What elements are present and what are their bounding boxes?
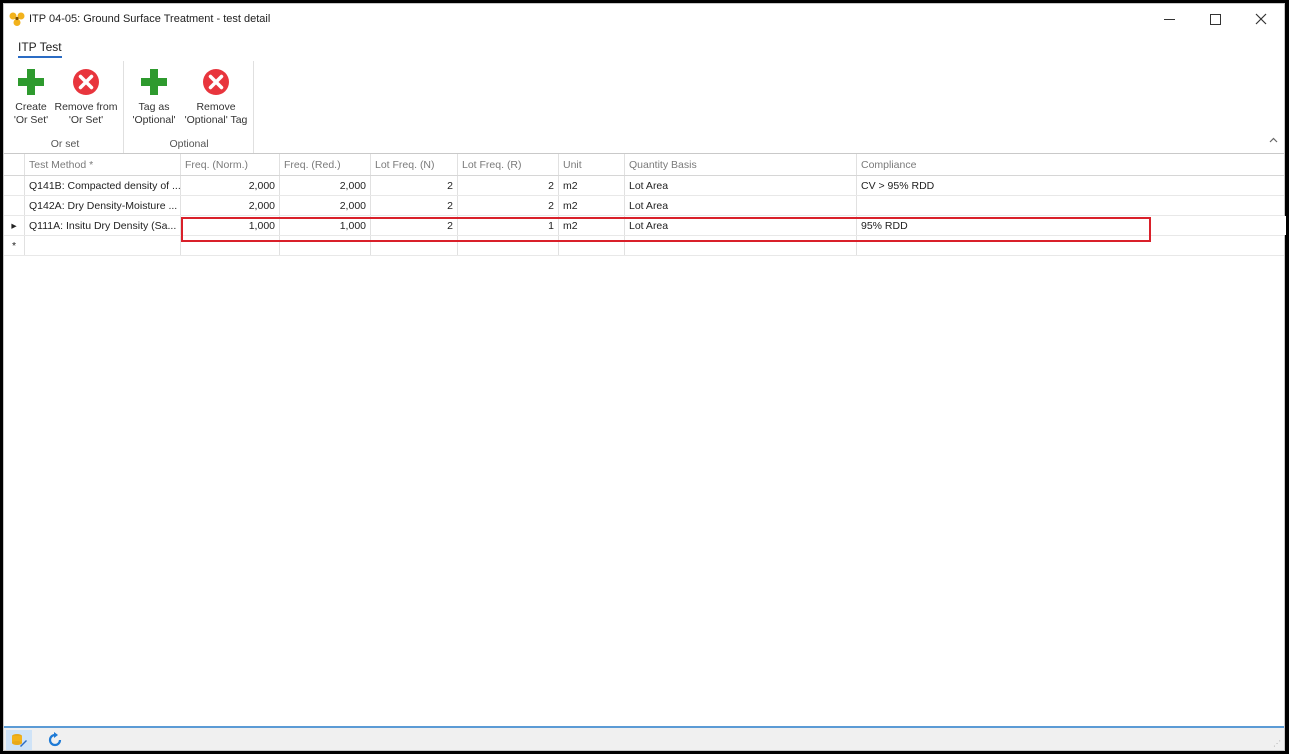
remove-icon	[203, 69, 229, 95]
cell-freq-norm[interactable]: 1,000	[181, 216, 280, 235]
cell-test-method[interactable]	[25, 236, 181, 255]
header-test-method[interactable]: Test Method *	[25, 154, 181, 175]
button-label: Remove from	[54, 101, 118, 113]
create-or-set-button[interactable]: Create 'Or Set'	[9, 67, 53, 127]
table-row[interactable]: Q141B: Compacted density of ... 2,000 2,…	[4, 176, 1284, 196]
cell-unit[interactable]: m2	[559, 216, 625, 235]
cell-freq-norm[interactable]: 2,000	[181, 196, 280, 215]
button-label: 'Optional' Tag	[184, 114, 248, 126]
header-unit[interactable]: Unit	[559, 154, 625, 175]
button-label: Tag as	[138, 101, 170, 113]
cell-lot-freq-r[interactable]	[458, 236, 559, 255]
window-title: ITP 04-05: Ground Surface Treatment - te…	[29, 13, 271, 25]
ribbon-group-optional: Tag as 'Optional' Remove 'Optional' Tag …	[125, 61, 254, 153]
header-compliance[interactable]: Compliance	[857, 154, 1286, 175]
cell-quantity-basis[interactable]: Lot Area	[625, 196, 857, 215]
cell-unit[interactable]: m2	[559, 176, 625, 195]
remove-optional-tag-button[interactable]: Remove 'Optional' Tag	[181, 67, 251, 127]
header-indicator	[4, 154, 25, 175]
grid-header: Test Method * Freq. (Norm.) Freq. (Red.)…	[4, 154, 1284, 176]
cell-lot-freq-n[interactable]: 2	[371, 176, 458, 195]
title-bar: ITP 04-05: Ground Surface Treatment - te…	[4, 4, 1284, 34]
cell-lot-freq-n[interactable]	[371, 236, 458, 255]
refresh-icon	[48, 732, 62, 747]
button-label: 'Or Set'	[13, 114, 49, 126]
new-row[interactable]: *	[4, 236, 1284, 256]
ribbon: Create 'Or Set' Remove from 'Or Set' Or …	[4, 59, 1284, 154]
header-freq-norm[interactable]: Freq. (Norm.)	[181, 154, 280, 175]
cell-test-method[interactable]: Q111A: Insitu Dry Density (Sa...	[25, 216, 181, 235]
cell-unit[interactable]	[559, 236, 625, 255]
resize-grip[interactable]: ⋰	[1273, 739, 1281, 748]
header-lot-freq-n[interactable]: Lot Freq. (N)	[371, 154, 458, 175]
close-icon	[1255, 13, 1267, 25]
current-row-indicator: ▸	[4, 216, 25, 235]
maximize-button[interactable]	[1192, 4, 1238, 34]
cell-lot-freq-n[interactable]: 2	[371, 216, 458, 235]
ribbon-group-label: Optional	[169, 138, 209, 150]
cell-lot-freq-n[interactable]: 2	[371, 196, 458, 215]
row-indicator	[4, 196, 25, 215]
table-row-selected[interactable]: ▸ Q111A: Insitu Dry Density (Sa... 1,000…	[4, 216, 1286, 236]
plus-icon	[141, 69, 167, 95]
table-row[interactable]: Q142A: Dry Density-Moisture ... 2,000 2,…	[4, 196, 1284, 216]
radiation-icon	[9, 12, 25, 26]
remove-from-or-set-button[interactable]: Remove from 'Or Set'	[53, 67, 119, 127]
maximize-icon	[1209, 13, 1221, 25]
tab-itp-test[interactable]: ITP Test	[18, 40, 62, 58]
cell-quantity-basis[interactable]	[625, 236, 857, 255]
ribbon-group-label: Or set	[50, 138, 80, 150]
header-lot-freq-r[interactable]: Lot Freq. (R)	[458, 154, 559, 175]
cell-lot-freq-r[interactable]: 1	[458, 216, 559, 235]
edit-button[interactable]	[6, 730, 32, 750]
minimize-button[interactable]	[1146, 4, 1192, 34]
cell-test-method[interactable]: Q142A: Dry Density-Moisture ...	[25, 196, 181, 215]
cell-quantity-basis[interactable]: Lot Area	[625, 176, 857, 195]
chevron-up-icon	[1269, 137, 1278, 143]
ribbon-group-or-set: Create 'Or Set' Remove from 'Or Set' Or …	[7, 61, 124, 153]
cell-compliance[interactable]: CV > 95% RDD	[857, 176, 1286, 195]
button-label: Create	[15, 101, 47, 113]
cell-freq-red[interactable]: 2,000	[280, 196, 371, 215]
collapse-ribbon-button[interactable]	[1269, 135, 1278, 146]
status-bar: ⋰	[4, 726, 1284, 750]
header-quantity-basis[interactable]: Quantity Basis	[625, 154, 857, 175]
cell-freq-red[interactable]	[280, 236, 371, 255]
cell-compliance[interactable]	[857, 196, 1286, 215]
row-indicator	[4, 176, 25, 195]
close-button[interactable]	[1238, 4, 1284, 34]
tag-as-optional-button[interactable]: Tag as 'Optional'	[129, 67, 179, 127]
minimize-icon	[1163, 18, 1175, 20]
button-label: 'Optional'	[132, 114, 176, 126]
header-freq-red[interactable]: Freq. (Red.)	[280, 154, 371, 175]
button-label: 'Or Set'	[68, 114, 104, 126]
cell-compliance[interactable]: 95% RDD	[857, 216, 1286, 235]
cell-lot-freq-r[interactable]: 2	[458, 176, 559, 195]
edit-icon	[12, 734, 27, 747]
cell-freq-red[interactable]: 1,000	[280, 216, 371, 235]
plus-icon	[18, 69, 44, 95]
cell-compliance[interactable]	[857, 236, 1286, 255]
remove-icon	[73, 69, 99, 95]
refresh-button[interactable]	[42, 730, 68, 750]
cell-freq-norm[interactable]	[181, 236, 280, 255]
cell-unit[interactable]: m2	[559, 196, 625, 215]
cell-lot-freq-r[interactable]: 2	[458, 196, 559, 215]
cell-freq-red[interactable]: 2,000	[280, 176, 371, 195]
button-label: Remove	[196, 101, 236, 113]
new-row-indicator: *	[4, 236, 25, 255]
app-window: ITP 04-05: Ground Surface Treatment - te…	[3, 3, 1286, 751]
cell-freq-norm[interactable]: 2,000	[181, 176, 280, 195]
cell-test-method[interactable]: Q141B: Compacted density of ...	[25, 176, 181, 195]
test-grid: Test Method * Freq. (Norm.) Freq. (Red.)…	[4, 154, 1286, 256]
cell-quantity-basis[interactable]: Lot Area	[625, 216, 857, 235]
